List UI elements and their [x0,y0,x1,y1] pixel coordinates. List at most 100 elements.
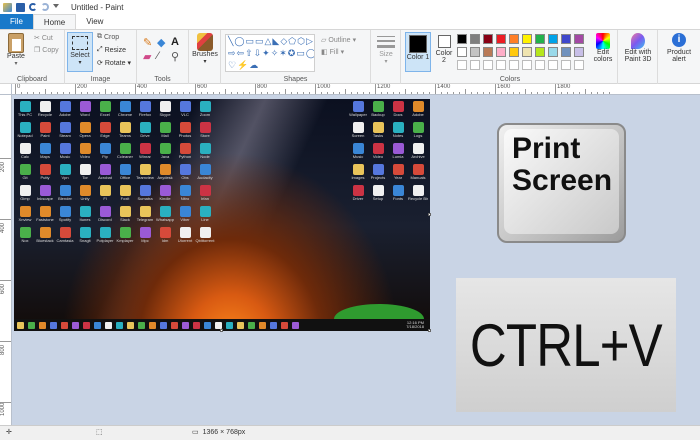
taskbar-app-icon[interactable] [226,321,233,329]
color-swatch[interactable] [522,47,532,57]
desktop-icon[interactable]: Ftp [95,142,115,163]
desktop-icon[interactable]: Adobe [408,100,428,121]
desktop-icon[interactable]: Telegram [135,205,155,226]
desktop-icon[interactable]: Video [75,142,95,163]
color-swatch[interactable] [483,47,493,57]
custom-color-swatch[interactable] [574,60,584,70]
desktop-icon[interactable]: Kindle [155,184,175,205]
color1-button[interactable]: Color 1 [405,32,431,72]
desktop-icon[interactable]: Python [175,142,195,163]
crop-button[interactable]: ⧉ Crop [97,33,119,41]
desktop-icon[interactable]: Faststone [35,205,55,226]
magnifier-icon[interactable]: ⚲ [171,50,185,64]
desktop-icon[interactable]: Office [115,163,135,184]
desktop-icon[interactable]: Lumia [388,142,408,163]
color-swatch[interactable] [535,47,545,57]
resize-handle-bottom[interactable] [220,329,223,332]
taskbar-app-icon[interactable] [292,321,299,329]
desktop-icon[interactable]: Year [388,163,408,184]
desktop-icon[interactable]: Viber [175,205,195,226]
desktop-icon[interactable]: Excel [95,100,115,121]
desktop-icon[interactable]: Sumatra [135,184,155,205]
desktop-icon[interactable]: Nox [15,226,35,247]
desktop-icon[interactable]: Anydesk [155,163,175,184]
undo-icon[interactable] [29,3,37,11]
color-swatch[interactable] [574,34,584,44]
select-button[interactable]: Select ▾ [67,32,93,72]
desktop-icon[interactable]: Itunes [75,205,95,226]
desktop-icon[interactable]: Ccleaner [115,142,135,163]
desktop-icon[interactable]: Teamview [135,163,155,184]
desktop-icon[interactable]: Projects [368,163,388,184]
fill-dropdown[interactable]: ◧ Fill ▾ [321,48,344,57]
desktop-icon[interactable]: Opera [75,121,95,142]
desktop-icon[interactable]: Steam [55,121,75,142]
desktop-icon[interactable]: Teams [115,121,135,142]
desktop-icon[interactable]: Store [195,121,215,142]
desktop-icon[interactable]: Calc [15,142,35,163]
desktop-icon[interactable]: This PC [15,100,35,121]
desktop-icon[interactable]: Snagit [75,226,95,247]
taskbar-app-icon[interactable] [204,321,211,329]
desktop-icon[interactable]: Word [75,100,95,121]
desktop-icon[interactable]: Unity [75,184,95,205]
brushes-button[interactable]: Brushes ▾ [192,33,218,65]
desktop-icon[interactable]: Node [195,142,215,163]
desktop-icon[interactable]: Screen [348,121,368,142]
taskbar-app-icon[interactable] [149,321,156,329]
desktop-icon[interactable]: Slack [115,205,135,226]
desktop-icon[interactable]: Logs [408,121,428,142]
desktop-icon[interactable]: Vpn [55,163,75,184]
desktop-icon[interactable]: Tasks [368,121,388,142]
desktop-icon[interactable]: Music [55,142,75,163]
taskbar-app-icon[interactable] [61,321,68,329]
taskbar-app-icon[interactable] [50,321,57,329]
desktop-icon[interactable]: Idm [155,226,175,247]
resize-handle-corner[interactable] [428,329,431,332]
pencil-icon[interactable]: ✎ [143,36,157,50]
desktop-icon[interactable]: Line [195,205,215,226]
desktop-icon[interactable]: Drive [135,121,155,142]
taskbar-app-icon[interactable] [248,321,255,329]
pasted-screenshot[interactable]: This PC Recycle Adobe Word Excel Chrome Firefo… [14,99,430,331]
custom-color-swatch[interactable] [509,60,519,70]
desktop-icon[interactable]: Audacity [195,163,215,184]
desktop-icon[interactable]: VLC [175,100,195,121]
desktop-icon[interactable]: Chrome [115,100,135,121]
eraser-icon[interactable]: ▰ [143,50,157,64]
desktop-icon[interactable]: Skype [155,100,175,121]
color-swatch[interactable] [457,34,467,44]
shapes-gallery[interactable]: ╲◯▭▭△◣◇⬠⬡▷ ⇨⇦⇧⇩✦✧✶✪▭◯ ♡⚡☁ [225,34,315,72]
desktop-icon[interactable]: Irfan [195,184,215,205]
desktop-icon[interactable]: Mail [155,121,175,142]
desktop-icon[interactable]: Discord [95,205,115,226]
taskbar-app-icon[interactable] [105,321,112,329]
desktop-icon[interactable]: Fonts [388,184,408,205]
desktop-icon[interactable]: Music [348,142,368,163]
desktop-icon[interactable]: Java [155,142,175,163]
tab-home[interactable]: Home [32,14,77,29]
color-swatch[interactable] [509,47,519,57]
desktop-icon[interactable]: Archive [408,142,428,163]
taskbar-app-icon[interactable] [171,321,178,329]
desktop-icon[interactable]: Driver [348,184,368,205]
desktop-icon[interactable]: Zoom [195,100,215,121]
color-swatch[interactable] [561,34,571,44]
desktop-icon[interactable]: Bluestack [35,226,55,247]
desktop-icon[interactable]: Edge [95,121,115,142]
desktop-icon[interactable]: Recycle [35,100,55,121]
custom-color-swatch[interactable] [535,60,545,70]
paste-button[interactable]: Paste ▾ [4,33,28,67]
edit-colors-button[interactable]: Edit colors [589,33,617,63]
outline-dropdown[interactable]: ▱ Outline ▾ [321,36,356,45]
taskbar-app-icon[interactable] [17,321,24,329]
desktop-icon[interactable]: Maps [35,142,55,163]
desktop-icon[interactable]: Gimp [15,184,35,205]
save-icon[interactable] [16,2,25,12]
desktop-icon[interactable]: Recycle Bin [408,184,428,205]
desktop-icon[interactable]: Paint [35,121,55,142]
desktop-icon[interactable]: Putty [35,163,55,184]
drawing-canvas[interactable]: This PC Recycle Adobe Word Excel Chrome Firefo… [14,99,431,332]
text-icon[interactable]: A [171,36,185,50]
desktop-icon[interactable]: Obs [175,163,195,184]
